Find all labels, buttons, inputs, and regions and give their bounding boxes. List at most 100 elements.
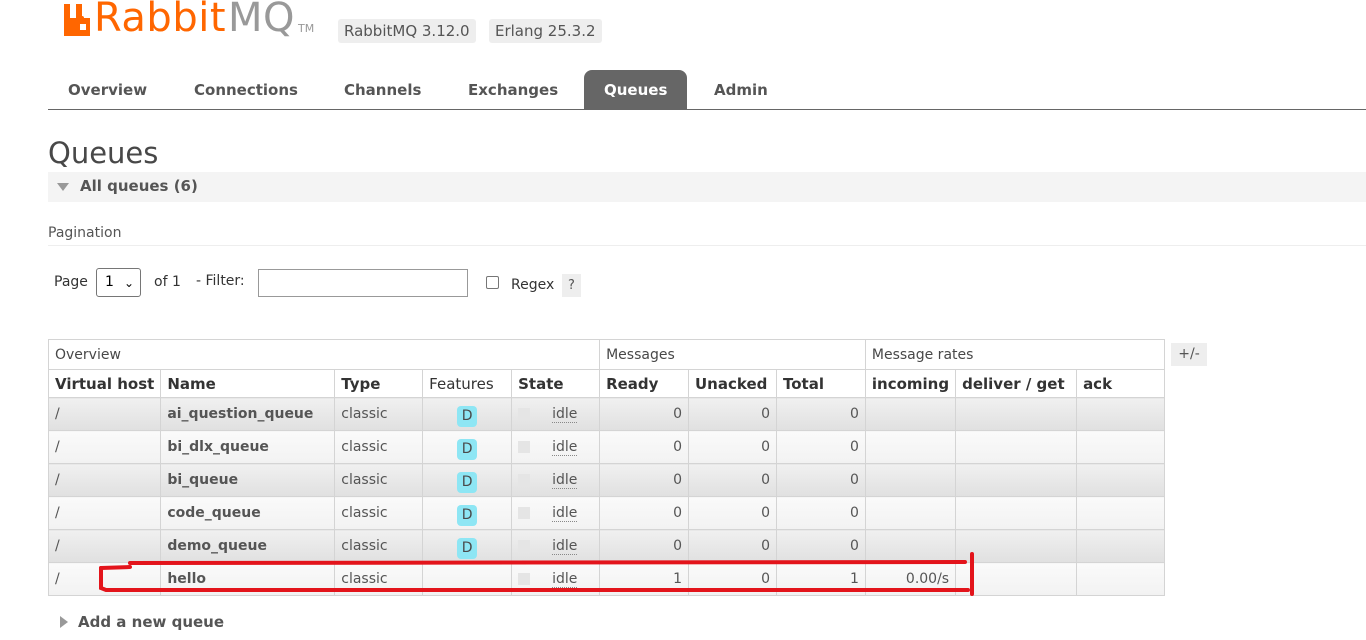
cell-deliver-get <box>955 430 1078 464</box>
all-queues-section-toggle[interactable]: All queues (6) <box>48 172 1366 202</box>
col-incoming[interactable]: incoming <box>864 369 957 398</box>
col-features: Features <box>422 369 513 398</box>
rabbitmq-version-badge: RabbitMQ 3.12.0 <box>338 19 476 43</box>
cell-ready: 0 <box>599 529 689 563</box>
table-row: / demo_queue classic Didle 0 0 0 <box>47 529 1165 563</box>
table-row: / hello classic idle 1 0 1 0.00/s <box>47 562 1165 596</box>
queue-name-link[interactable]: ai_question_queue <box>160 397 336 431</box>
table-header-row: Virtual host Name Type Features State Re… <box>47 369 1165 398</box>
state-indicator-icon <box>518 474 531 486</box>
tab-channels[interactable]: Channels <box>324 70 441 109</box>
state-label: idle <box>552 571 578 588</box>
add-queue-toggle[interactable]: Add a new queue <box>60 613 224 631</box>
columns-toggle-button[interactable]: +/- <box>1171 343 1207 366</box>
cell-incoming: 0.00/s <box>864 562 957 596</box>
tab-exchanges[interactable]: Exchanges <box>448 70 578 109</box>
cell-virtual-host: / <box>47 562 162 596</box>
add-queue-label: Add a new queue <box>78 613 225 631</box>
cell-state: idle <box>511 562 601 596</box>
tab-admin[interactable]: Admin <box>694 70 788 109</box>
col-name[interactable]: Name <box>160 369 336 398</box>
group-overview: Overview <box>47 339 601 370</box>
state-indicator-icon <box>518 441 531 453</box>
col-ack[interactable]: ack <box>1076 369 1165 398</box>
cell-deliver-get <box>955 463 1078 497</box>
regex-help-button[interactable]: ? <box>562 274 581 297</box>
cell-deliver-get <box>955 562 1078 596</box>
col-state[interactable]: State <box>511 369 601 398</box>
cell-type: classic <box>334 430 424 464</box>
cell-state: idle <box>511 463 601 497</box>
col-type[interactable]: Type <box>334 369 424 398</box>
cell-ready: 0 <box>599 463 689 497</box>
expand-triangle-icon <box>60 615 68 628</box>
rabbitmq-logo: Rabbit MQ TM <box>62 0 314 38</box>
table-row: / bi_queue classic Didle 0 0 0 <box>47 463 1165 497</box>
cell-features <box>422 562 513 596</box>
cell-state: idle <box>511 430 601 464</box>
filter-input[interactable] <box>258 269 468 297</box>
col-deliver-get[interactable]: deliver / get <box>955 369 1078 398</box>
cell-features: D <box>422 529 513 563</box>
cell-incoming <box>864 529 957 563</box>
table-group-header: Overview Messages Message rates <box>47 339 1166 370</box>
page-count-label: of 1 <box>154 274 181 290</box>
cell-unacked: 0 <box>688 397 777 431</box>
queue-name-link[interactable]: bi_dlx_queue <box>160 430 336 464</box>
cell-type: classic <box>334 397 424 431</box>
durable-feature-badge: D <box>457 438 478 460</box>
cell-features: D <box>422 397 513 431</box>
section-title: All queues (6) <box>80 177 198 195</box>
tab-overview[interactable]: Overview <box>48 70 167 109</box>
state-label: idle <box>552 472 578 489</box>
cell-state: idle <box>511 397 601 431</box>
filter-label: - Filter: <box>196 273 245 289</box>
tab-connections[interactable]: Connections <box>174 70 318 109</box>
cell-virtual-host: / <box>47 529 162 563</box>
cell-total: 0 <box>775 430 866 464</box>
collapse-triangle-icon <box>57 183 69 191</box>
cell-ack <box>1076 562 1165 596</box>
queue-name-link[interactable]: hello <box>160 562 336 596</box>
cell-ready: 1 <box>599 562 689 596</box>
col-ready[interactable]: Ready <box>599 369 689 398</box>
pagination-heading: Pagination <box>48 225 122 241</box>
tab-queues[interactable]: Queues <box>584 70 688 109</box>
cell-ack <box>1076 430 1165 464</box>
queue-name-link[interactable]: bi_queue <box>160 463 336 497</box>
durable-feature-badge: D <box>457 504 478 526</box>
group-messages: Messages <box>599 339 866 370</box>
cell-ack <box>1076 397 1165 431</box>
logo-trademark: TM <box>298 22 315 35</box>
cell-unacked: 0 <box>688 463 777 497</box>
cell-incoming <box>864 397 957 431</box>
cell-ready: 0 <box>599 496 689 530</box>
group-message-rates: Message rates <box>864 339 1166 370</box>
regex-checkbox[interactable] <box>486 276 499 289</box>
cell-ready: 0 <box>599 430 689 464</box>
rabbitmq-logo-icon <box>64 4 90 36</box>
cell-type: classic <box>334 496 424 530</box>
queue-name-link[interactable]: code_queue <box>160 496 336 530</box>
cell-unacked: 0 <box>688 430 777 464</box>
col-unacked[interactable]: Unacked <box>688 369 777 398</box>
chevron-down-icon: ⌄ <box>123 276 134 290</box>
cell-unacked: 0 <box>688 562 777 596</box>
cell-total: 0 <box>775 397 866 431</box>
regex-label: Regex <box>511 277 555 293</box>
cell-features: D <box>422 430 513 464</box>
cell-total: 0 <box>775 496 866 530</box>
cell-ack <box>1076 496 1165 530</box>
page-select[interactable]: 1 ⌄ <box>96 268 141 297</box>
table-row: / code_queue classic Didle 0 0 0 <box>47 496 1165 530</box>
cell-total: 0 <box>775 463 866 497</box>
queue-name-link[interactable]: demo_queue <box>160 529 336 563</box>
cell-total: 0 <box>775 529 866 563</box>
cell-virtual-host: / <box>47 397 162 431</box>
state-indicator-icon <box>518 507 531 519</box>
col-virtual-host[interactable]: Virtual host <box>47 369 162 398</box>
col-total[interactable]: Total <box>775 369 866 398</box>
durable-feature-badge: D <box>457 537 478 559</box>
cell-ack <box>1076 529 1165 563</box>
cell-virtual-host: / <box>47 430 162 464</box>
